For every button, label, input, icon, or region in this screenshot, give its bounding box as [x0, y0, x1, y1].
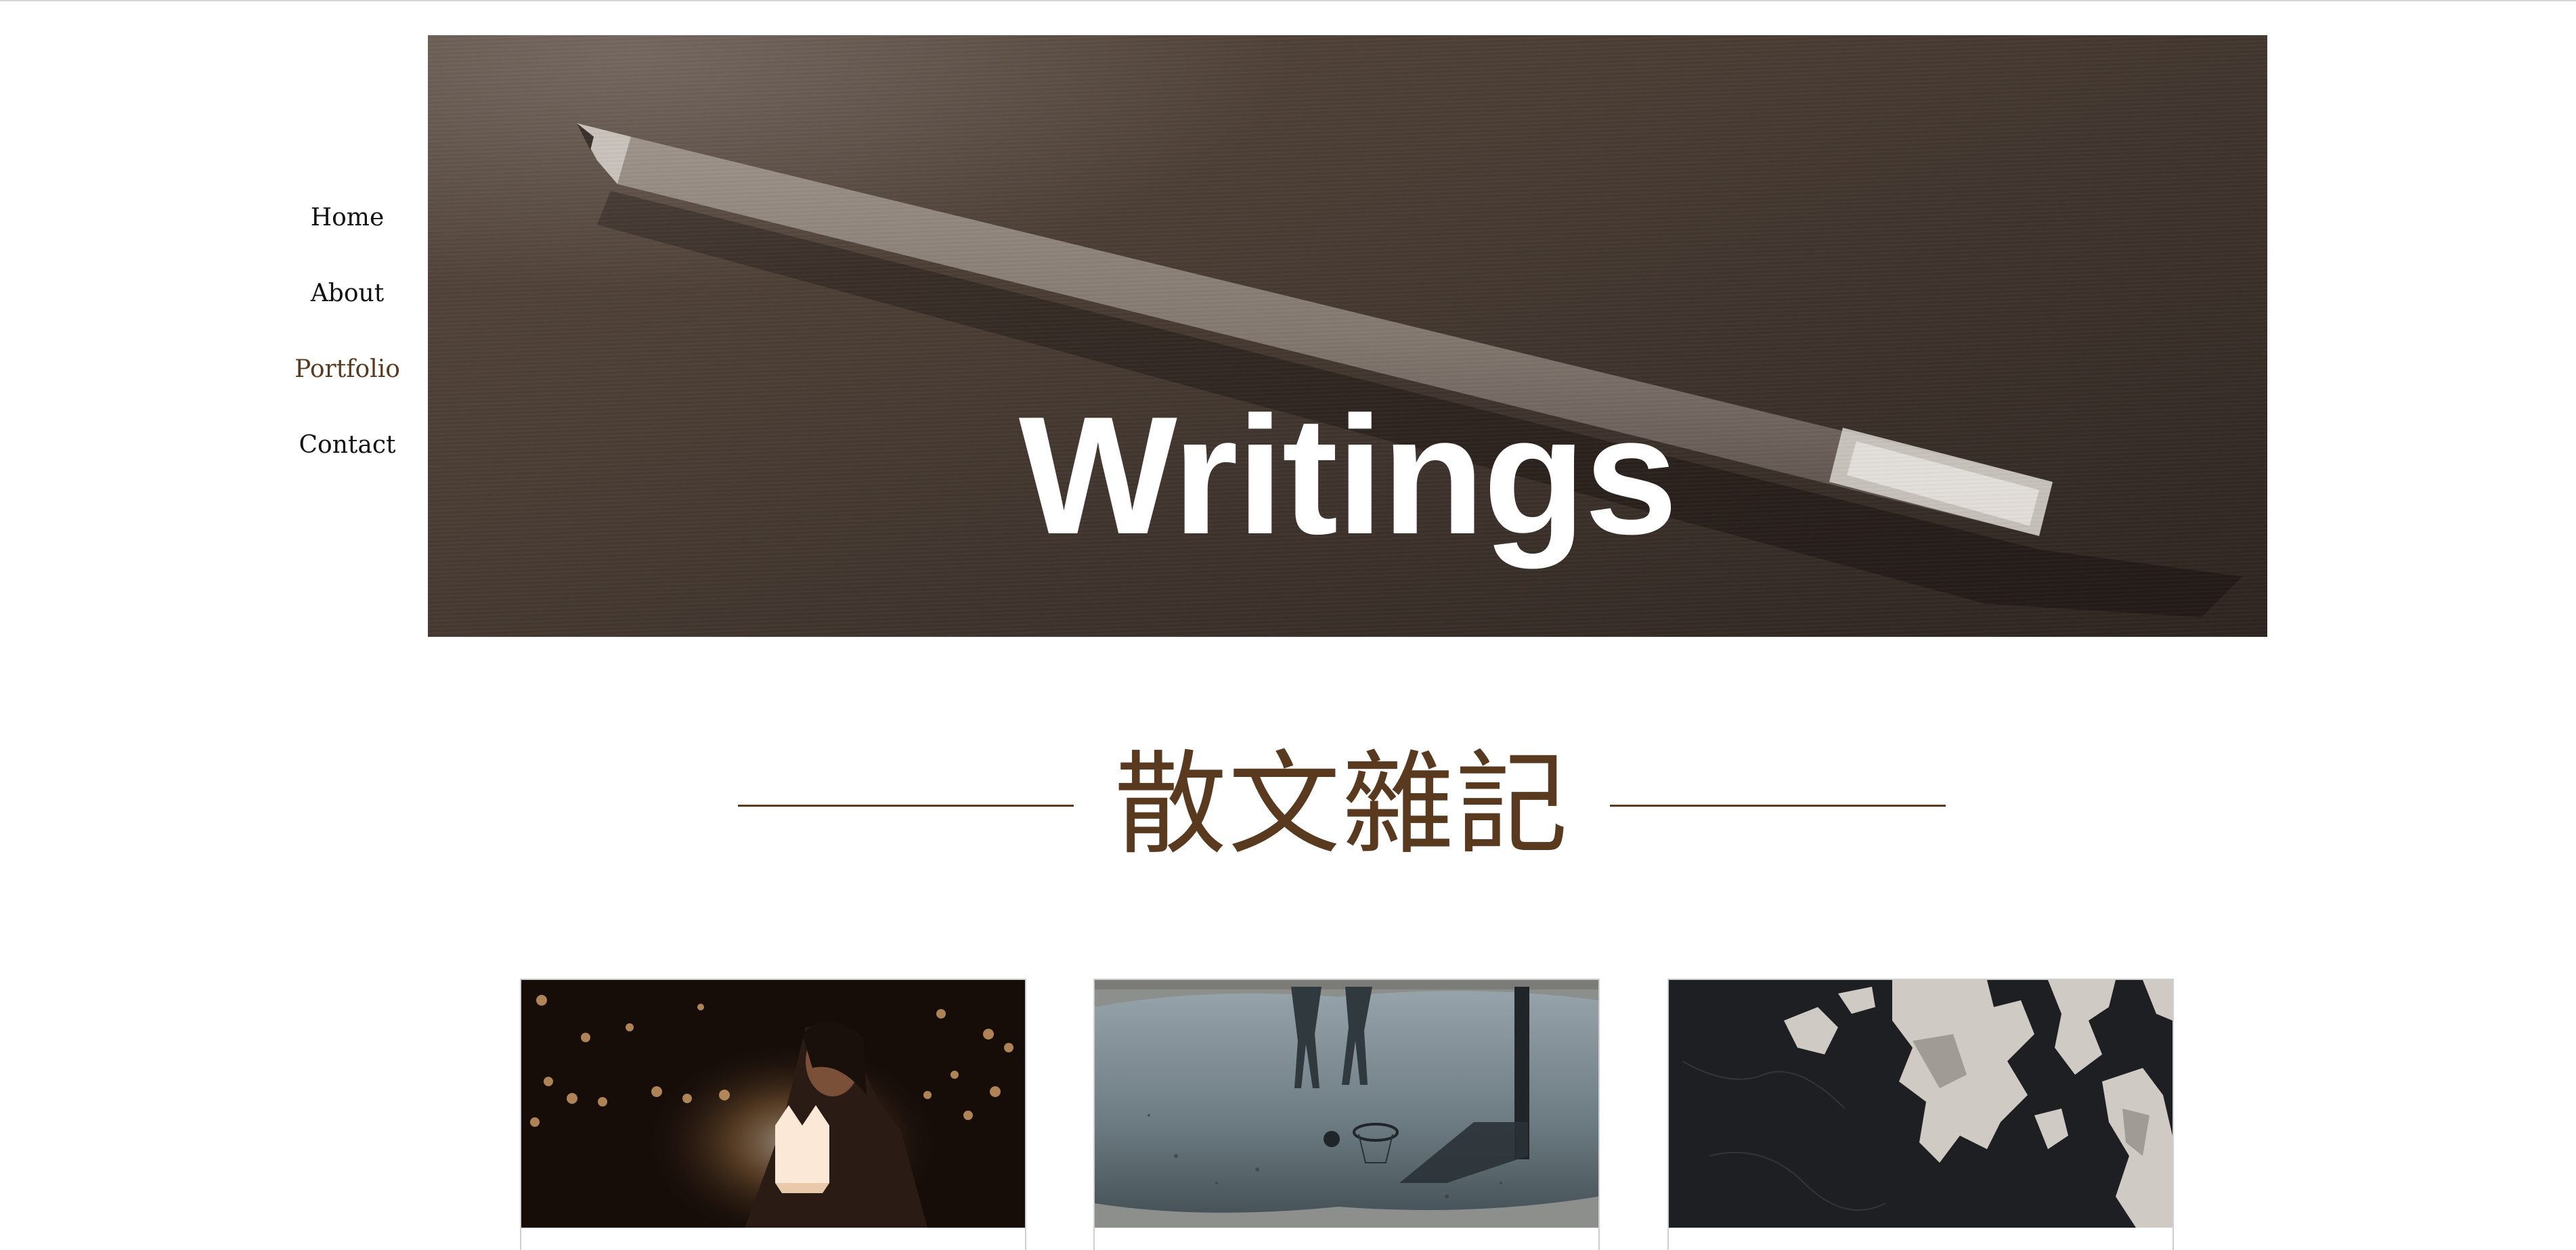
basketball-reflection-photo — [1095, 980, 1598, 1228]
nav-item-about[interactable]: About — [311, 263, 384, 338]
hero-banner: Writings — [428, 35, 2267, 637]
page: Home About Portfolio Contact Writings 散文… — [0, 0, 2576, 1250]
hero-title: Writings — [1018, 381, 1678, 570]
section-title: 散文雜記 — [1114, 740, 1569, 870]
heading-divider-left — [738, 804, 1074, 807]
nav-item-home[interactable]: Home — [311, 187, 385, 263]
section-heading: 散文雜記 — [738, 740, 1946, 870]
card-image-lantern[interactable] — [521, 980, 1025, 1228]
nav-item-portfolio[interactable]: Portfolio — [294, 338, 400, 414]
writing-card[interactable] — [520, 979, 1026, 1250]
woman-lantern-photo — [521, 980, 1025, 1228]
nav-item-contact[interactable]: Contact — [299, 414, 396, 490]
card-image-texture[interactable] — [1669, 980, 2173, 1228]
writing-card[interactable] — [1667, 979, 2174, 1250]
peeling-paint-photo — [1669, 980, 2173, 1228]
card-image-puddle[interactable] — [1095, 980, 1598, 1228]
top-divider — [0, 0, 2576, 1]
writing-card[interactable] — [1093, 979, 1600, 1250]
sidebar-nav: Home About Portfolio Contact — [278, 187, 417, 490]
heading-divider-right — [1610, 804, 1946, 807]
